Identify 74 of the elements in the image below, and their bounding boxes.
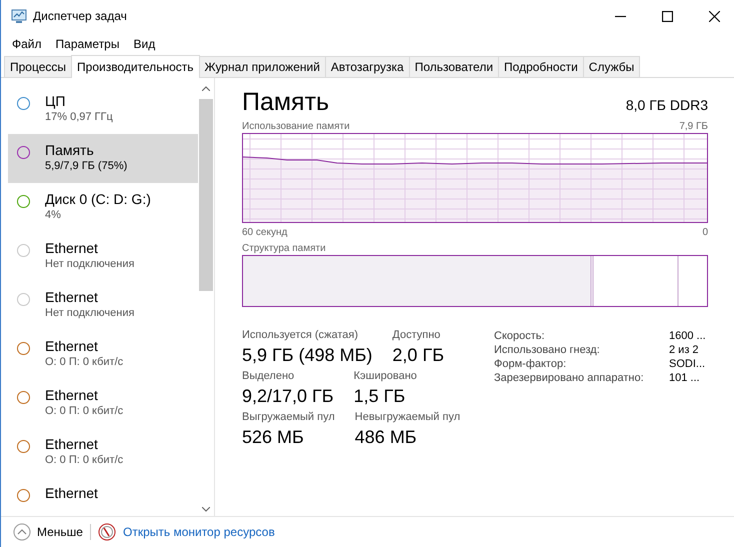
sidebar-item[interactable]: Ethernet О: 0 П: 0 кбит/с (8, 428, 198, 477)
stat-value: 9,2/17,0 ГБ (242, 386, 334, 407)
property-label: Форм-фактор: (494, 358, 568, 370)
scroll-thumb[interactable] (199, 99, 213, 291)
stat-label: Используется (сжатая) (242, 329, 360, 341)
item-detail: Нет подключения (45, 307, 134, 319)
stat-label: Невыгружаемый пул (354, 411, 460, 423)
stat-value: 1,5 ГБ (354, 386, 406, 407)
stat-value: 486 МБ (354, 427, 418, 448)
property-value: 2 из 2 (669, 344, 699, 356)
item-name: Ethernet (45, 289, 99, 305)
gauge-icon (98, 523, 116, 541)
property-value: SODI... (669, 358, 706, 370)
stat-label: Доступно (392, 329, 442, 341)
close-icon[interactable] (709, 10, 720, 22)
item-name: Ethernet (45, 240, 99, 256)
sidebar-item[interactable]: Ethernet (8, 477, 198, 516)
tab[interactable]: Журнал приложений (198, 56, 326, 77)
chart-label: Использование памяти (242, 121, 350, 132)
tab[interactable]: Автозагрузка (324, 56, 410, 77)
item-name: Ethernet (45, 436, 99, 452)
stat-value: 5,9 ГБ (498 МБ) (242, 345, 372, 366)
tab[interactable]: Процессы (4, 56, 72, 77)
item-detail: Нет подключения (45, 258, 134, 270)
item-detail: 4% (45, 209, 62, 221)
stat-value: 2,0 ГБ (392, 345, 444, 366)
menu-item[interactable]: Файл (12, 37, 42, 51)
sidebar-item[interactable]: ЦП 17% 0,97 ГГц (8, 85, 198, 134)
menu-item[interactable]: Параметры (56, 37, 120, 51)
stat-label: Кэшировано (354, 370, 417, 382)
tab[interactable]: Пользователи (408, 56, 500, 77)
resource-monitor-link[interactable]: Открыть монитор ресурсов (122, 525, 275, 539)
item-name: Ethernet (45, 338, 99, 354)
sidebar-item[interactable]: Память 5,9/7,9 ГБ (75%) (8, 134, 198, 183)
sidebar-item[interactable]: Ethernet О: 0 П: 0 кбит/с (8, 379, 198, 428)
sidebar-item[interactable]: Ethernet Нет подключения (8, 281, 198, 330)
item-detail: 5,9/7,9 ГБ (75%) (45, 160, 128, 172)
sidebar-item[interactable]: Ethernet О: 0 П: 0 кбит/с (8, 330, 198, 379)
property-label: Скорость: (494, 330, 546, 342)
item-name: Ethernet (45, 485, 98, 501)
item-name: Память (45, 142, 95, 158)
item-detail: О: 0 П: 0 кбит/с (45, 405, 124, 417)
property-label: Использовано гнезд: (494, 344, 601, 356)
stat-label: Выгружаемый пул (242, 411, 335, 423)
memory-type: 8,0 ГБ DDR3 (626, 97, 708, 113)
tab[interactable]: Производительность (71, 55, 200, 78)
sidebar-item[interactable]: Диск 0 (C: D: G:) 4% (8, 183, 198, 232)
property-label: Зарезервировано аппаратно: (494, 372, 645, 384)
scroll-down-icon[interactable] (202, 507, 210, 512)
monitor-icon (11, 8, 27, 24)
maximize-icon[interactable] (662, 10, 673, 22)
item-name: Диск 0 (C: D: G:) (45, 191, 151, 207)
structure-label: Структура памяти (242, 243, 326, 254)
item-name: ЦП (45, 93, 66, 109)
fewer-details-button[interactable]: Меньше (13, 523, 83, 541)
item-name: Ethernet (45, 387, 99, 403)
panel-title: Память (242, 88, 330, 117)
tab[interactable]: Службы (582, 56, 640, 77)
window-title: Диспетчер задач (33, 9, 127, 23)
property-value: 101 ... (669, 372, 700, 384)
sidebar-item[interactable]: Ethernet Нет подключения (8, 232, 198, 281)
stat-label: Выделено (242, 370, 296, 382)
item-detail: О: 0 П: 0 кбит/с (45, 356, 124, 368)
scroll-up-icon[interactable] (202, 86, 210, 91)
axis-label: 60 секунд (242, 227, 288, 238)
tab[interactable]: Подробности (498, 56, 584, 77)
item-detail: О: 0 П: 0 кбит/с (45, 454, 124, 466)
property-value: 1600 ... (669, 330, 706, 342)
menu-item[interactable]: Вид (133, 37, 156, 51)
axis-label: 0 (702, 227, 708, 238)
item-detail: 17% 0,97 ГГц (45, 111, 113, 123)
chevron-up-icon (13, 523, 31, 541)
chart-max-label: 7,9 ГБ (679, 121, 708, 132)
stat-value: 526 МБ (242, 427, 305, 448)
